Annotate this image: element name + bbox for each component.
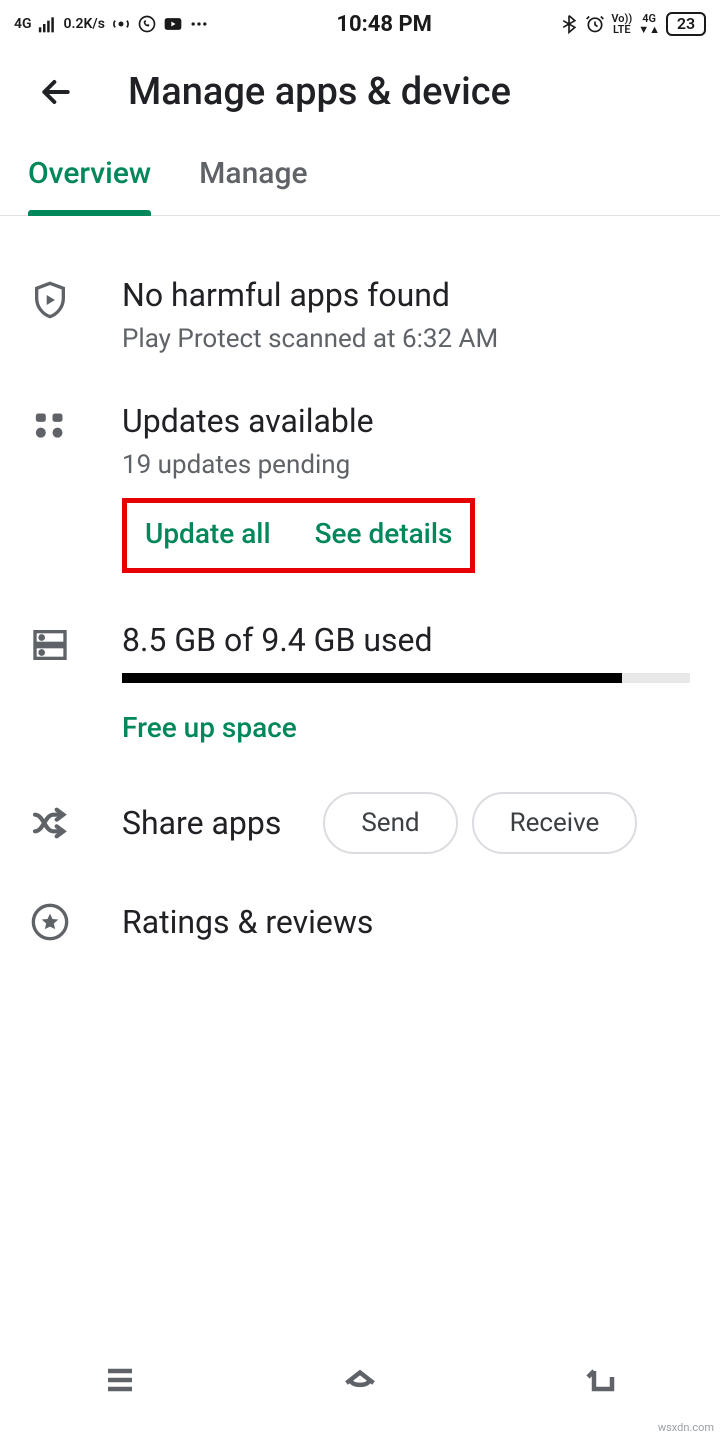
- free-up-space-button[interactable]: Free up space: [122, 711, 297, 744]
- back-button[interactable]: [28, 64, 84, 120]
- protect-subtitle: Play Protect scanned at 6:32 AM: [122, 324, 690, 354]
- ratings-title: Ratings & reviews: [122, 903, 373, 941]
- status-time: 10:48 PM: [209, 12, 559, 37]
- see-details-button[interactable]: See details: [315, 517, 453, 550]
- more-icon: [189, 14, 209, 34]
- play-protect-row[interactable]: No harmful apps found Play Protect scann…: [30, 252, 690, 378]
- watermark: wsxdn.com: [658, 1421, 714, 1434]
- net2-label: 4G ▼▲: [638, 13, 660, 35]
- nav-back-button[interactable]: [572, 1360, 628, 1400]
- share-apps-row: Share apps Send Receive: [30, 768, 690, 878]
- storage-row[interactable]: 8.5 GB of 9.4 GB used Free up space: [30, 597, 690, 768]
- tabs: Overview Manage: [0, 136, 720, 216]
- youtube-icon: [163, 14, 183, 34]
- tab-overview[interactable]: Overview: [28, 156, 151, 215]
- star-circle-icon: [30, 902, 122, 942]
- app-bar: Manage apps & device: [0, 48, 720, 136]
- battery-indicator: 23: [666, 12, 706, 36]
- page-title: Manage apps & device: [128, 70, 511, 114]
- update-actions-highlight: Update all See details: [122, 498, 475, 573]
- updates-subtitle: 19 updates pending: [122, 450, 690, 480]
- ratings-row[interactable]: Ratings & reviews: [30, 878, 690, 966]
- alarm-icon: [585, 14, 605, 34]
- nav-home-button[interactable]: [332, 1360, 388, 1400]
- share-title: Share apps: [122, 804, 281, 842]
- hotspot-icon: [111, 14, 131, 34]
- system-nav-bar: [0, 1348, 720, 1412]
- update-all-button[interactable]: Update all: [145, 517, 271, 550]
- data-rate: 0.2K/s: [64, 17, 105, 31]
- signal-icon: [38, 14, 58, 34]
- share-icon: [30, 803, 122, 843]
- receive-button[interactable]: Receive: [472, 792, 638, 854]
- storage-title: 8.5 GB of 9.4 GB used: [122, 621, 690, 659]
- tab-manage[interactable]: Manage: [199, 156, 307, 215]
- updates-title: Updates available: [122, 402, 690, 440]
- network-type: 4G: [14, 17, 32, 31]
- updates-row: Updates available 19 updates pending Upd…: [30, 378, 690, 597]
- storage-progress-fill: [122, 673, 622, 683]
- status-left: 4G 0.2K/s: [14, 14, 209, 34]
- storage-progress: [122, 673, 690, 683]
- apps-grid-icon: [30, 402, 122, 446]
- content: No harmful apps found Play Protect scann…: [0, 216, 720, 966]
- send-button[interactable]: Send: [323, 792, 457, 854]
- nav-menu-button[interactable]: [92, 1360, 148, 1400]
- volte-label: Vo)) LTE: [611, 13, 632, 35]
- whatsapp-icon: [137, 14, 157, 34]
- status-right: Vo)) LTE 4G ▼▲ 23: [559, 12, 706, 36]
- protect-title: No harmful apps found: [122, 276, 690, 314]
- shield-icon: [30, 276, 122, 320]
- bluetooth-icon: [559, 14, 579, 34]
- status-bar: 4G 0.2K/s 10:48 PM Vo)) LTE 4G: [0, 0, 720, 48]
- storage-icon: [30, 621, 122, 665]
